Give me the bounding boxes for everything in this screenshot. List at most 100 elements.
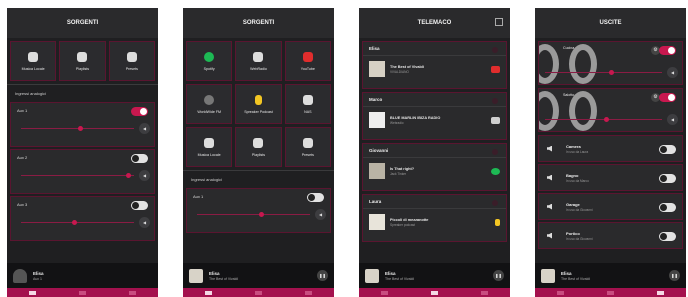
line-aux2: Aux 2 ◀ xyxy=(10,149,155,194)
tab-rooms-icon[interactable] xyxy=(254,290,262,295)
tab-outputs-icon[interactable] xyxy=(481,290,489,295)
tab-rooms-icon[interactable] xyxy=(430,290,438,295)
slider-knob[interactable] xyxy=(126,173,132,178)
speaker-icon xyxy=(547,203,552,210)
line-aux3: Aux 3 ◀ xyxy=(10,196,155,241)
tile-worldwide-fm[interactable]: WorldWide FM xyxy=(186,84,233,124)
speaker-icon xyxy=(547,145,552,152)
zone-toggle[interactable] xyxy=(659,46,676,55)
tab-music-icon[interactable] xyxy=(556,290,564,295)
tab-rooms-icon[interactable] xyxy=(78,290,86,295)
tab-outputs-icon[interactable] xyxy=(305,290,313,295)
room-card[interactable]: Laura Piccoli di mezzanotte Spreaker podc… xyxy=(362,194,507,242)
slider-knob[interactable] xyxy=(609,70,615,75)
tile-label: Presets xyxy=(125,66,138,71)
tab-outputs-icon[interactable] xyxy=(129,290,137,295)
volume-slider[interactable] xyxy=(197,212,310,217)
tile-local-music[interactable]: Musica Locale xyxy=(186,127,233,167)
track-title: BLUE MARLIN IBIZA RADIO xyxy=(390,115,441,120)
zone-toggle[interactable] xyxy=(659,93,676,102)
tile-playlists[interactable]: Playlists xyxy=(59,41,106,81)
tab-music-icon[interactable] xyxy=(380,290,388,295)
output-toggle[interactable] xyxy=(659,203,676,212)
player-title: Elisa xyxy=(33,270,44,276)
volume-slider[interactable] xyxy=(21,126,134,131)
slider-knob[interactable] xyxy=(259,212,265,217)
volume-slider[interactable] xyxy=(21,220,134,225)
tab-music-icon[interactable] xyxy=(28,290,36,295)
tile-label: NAS xyxy=(304,109,312,114)
slider-knob[interactable] xyxy=(77,126,83,131)
tile-webradio[interactable]: WebRadio xyxy=(235,41,282,81)
spotify-icon xyxy=(204,51,215,62)
volume-slider[interactable] xyxy=(545,70,662,75)
tile-label: Musica Locale xyxy=(197,152,221,157)
slider-knob[interactable] xyxy=(71,220,77,225)
header: TELEMACO xyxy=(359,8,510,38)
volume-icon[interactable]: ◀ xyxy=(315,209,326,220)
line-aux1: Aux 1 ◀ xyxy=(10,102,155,147)
volume-icon[interactable]: ◀ xyxy=(667,67,678,78)
room-card[interactable]: Giovanni Is That right? Jack Tinker xyxy=(362,143,507,191)
tile-spreaker[interactable]: Spreaker Podcast xyxy=(235,84,282,124)
tab-bar xyxy=(535,288,686,297)
tile-youtube[interactable]: YouTube xyxy=(284,41,331,81)
output-row[interactable]: Bagno In uso da Marco xyxy=(538,164,683,191)
output-toggle[interactable] xyxy=(659,232,676,241)
screen-sources-1: SORGENTI Musica Locale Playlists Presets… xyxy=(7,8,158,297)
volume-slider[interactable] xyxy=(21,173,134,178)
volume-icon[interactable]: ◀ xyxy=(667,114,678,125)
room-card[interactable]: Marco BLUE MARLIN IBIZA RADIO Webradio xyxy=(362,92,507,140)
volume-slider[interactable] xyxy=(545,117,662,122)
slider-knob[interactable] xyxy=(603,117,609,122)
bookmark-icon xyxy=(302,137,313,148)
volume-icon[interactable]: ◀ xyxy=(139,170,150,181)
tile-spotify[interactable]: Spotify xyxy=(186,41,233,81)
status-dot xyxy=(492,149,498,155)
tile-local-music[interactable]: Musica Locale xyxy=(10,41,57,81)
settings-icon[interactable] xyxy=(495,18,503,26)
player-title: Elisa xyxy=(561,270,572,276)
mini-player[interactable]: Elisa Aux 1 xyxy=(7,263,158,288)
player-subtitle: Aux 1 xyxy=(33,276,42,281)
volume-icon[interactable]: ◀ xyxy=(139,123,150,134)
speaker-icon xyxy=(547,174,552,181)
tile-presets[interactable]: Presets xyxy=(108,41,155,81)
tab-rooms-icon[interactable] xyxy=(606,290,614,295)
tile-playlists[interactable]: Playlists xyxy=(235,127,282,167)
output-toggle[interactable] xyxy=(659,145,676,154)
pause-button[interactable]: ❚❚ xyxy=(493,270,504,281)
globe-icon xyxy=(204,94,215,105)
tile-nas[interactable]: NAS xyxy=(284,84,331,124)
tile-label: WebRadio xyxy=(250,66,267,71)
room-card[interactable]: Elisa The Best of Vivaldi VIVALDIANO xyxy=(362,41,507,89)
album-art xyxy=(369,112,385,128)
track-artist: Jack Tinker xyxy=(390,171,407,176)
screen-rooms: TELEMACO Elisa The Best of Vivaldi VIVALD… xyxy=(359,8,510,297)
radio-icon xyxy=(253,51,264,62)
album-art xyxy=(365,268,379,283)
output-row[interactable]: Portico In uso da Giovanni xyxy=(538,222,683,249)
room-name: Giovanni xyxy=(363,144,506,158)
pause-button[interactable]: ❚❚ xyxy=(317,270,328,281)
zone-card: Cucina ⚙ ◀ xyxy=(538,41,683,85)
output-row[interactable]: Camera In uso da Laura xyxy=(538,135,683,162)
tab-outputs-icon[interactable] xyxy=(657,290,665,295)
line-toggle[interactable] xyxy=(131,154,148,163)
mini-player[interactable]: Elisa The Best of Vivaldi ❚❚ xyxy=(535,263,686,288)
tile-presets[interactable]: Presets xyxy=(284,127,331,167)
line-toggle[interactable] xyxy=(307,193,324,202)
line-toggle[interactable] xyxy=(131,201,148,210)
tab-music-icon[interactable] xyxy=(204,290,212,295)
player-subtitle: The Best of Vivaldi xyxy=(385,276,415,281)
line-toggle[interactable] xyxy=(131,107,148,116)
output-status: In uso da Marco xyxy=(566,178,589,183)
output-row[interactable]: Garage In uso da Giovanni xyxy=(538,193,683,220)
mini-player[interactable]: Elisa The Best of Vivaldi ❚❚ xyxy=(183,263,334,288)
volume-icon[interactable]: ◀ xyxy=(139,217,150,228)
playlist-icon xyxy=(253,137,264,148)
mini-player[interactable]: Elisa The Best of Vivaldi ❚❚ xyxy=(359,263,510,288)
tab-bar xyxy=(7,288,158,297)
output-toggle[interactable] xyxy=(659,174,676,183)
pause-button[interactable]: ❚❚ xyxy=(669,270,680,281)
